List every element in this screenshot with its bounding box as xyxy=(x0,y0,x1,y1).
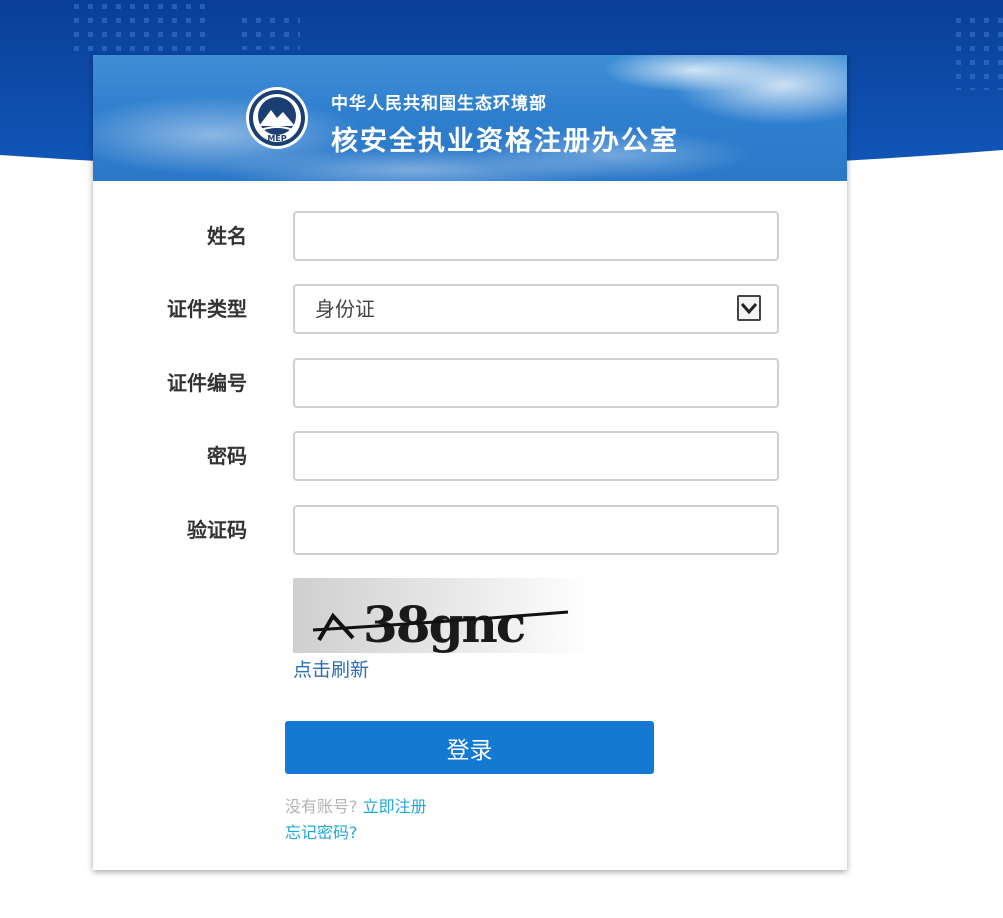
password-label: 密码 xyxy=(207,444,247,468)
chevron-down-icon[interactable] xyxy=(737,295,761,321)
name-label: 姓名 xyxy=(207,224,247,248)
captcha-input[interactable] xyxy=(293,505,779,555)
forgot-password-link[interactable]: 忘记密码? xyxy=(285,819,358,843)
id-number-label: 证件编号 xyxy=(167,371,247,395)
captcha-row: 验证码 xyxy=(93,505,847,555)
id-number-row: 证件编号 xyxy=(93,358,847,408)
mep-logo: MEP xyxy=(245,86,309,150)
name-row: 姓名 xyxy=(93,211,847,261)
org-title: 核安全执业资格注册办公室 xyxy=(331,126,679,157)
id-type-row: 证件类型 身份证 xyxy=(93,284,847,334)
org-subtitle: 中华人民共和国生态环境部 xyxy=(331,94,547,114)
id-type-select[interactable]: 身份证 xyxy=(293,284,779,334)
refresh-captcha-link[interactable]: 点击刷新 xyxy=(293,655,369,682)
logo-text: MEP xyxy=(267,134,286,143)
captcha-label: 验证码 xyxy=(187,518,247,542)
id-type-value: 身份证 xyxy=(315,297,375,321)
password-input[interactable] xyxy=(293,431,779,481)
no-account-line: 没有账号? 立即注册 xyxy=(285,793,427,817)
header-banner: MEP 中华人民共和国生态环境部 核安全执业资格注册办公室 xyxy=(93,55,847,181)
captcha-image[interactable]: 38gnc xyxy=(293,578,591,653)
id-number-input[interactable] xyxy=(293,358,779,408)
no-account-text: 没有账号? xyxy=(285,797,358,816)
password-row: 密码 xyxy=(93,431,847,481)
register-link[interactable]: 立即注册 xyxy=(363,797,427,816)
name-input[interactable] xyxy=(293,211,779,261)
login-card: MEP 中华人民共和国生态环境部 核安全执业资格注册办公室 姓名 证件类型 身份… xyxy=(93,55,847,870)
id-type-label: 证件类型 xyxy=(167,297,247,321)
login-button[interactable]: 登录 xyxy=(285,721,654,774)
